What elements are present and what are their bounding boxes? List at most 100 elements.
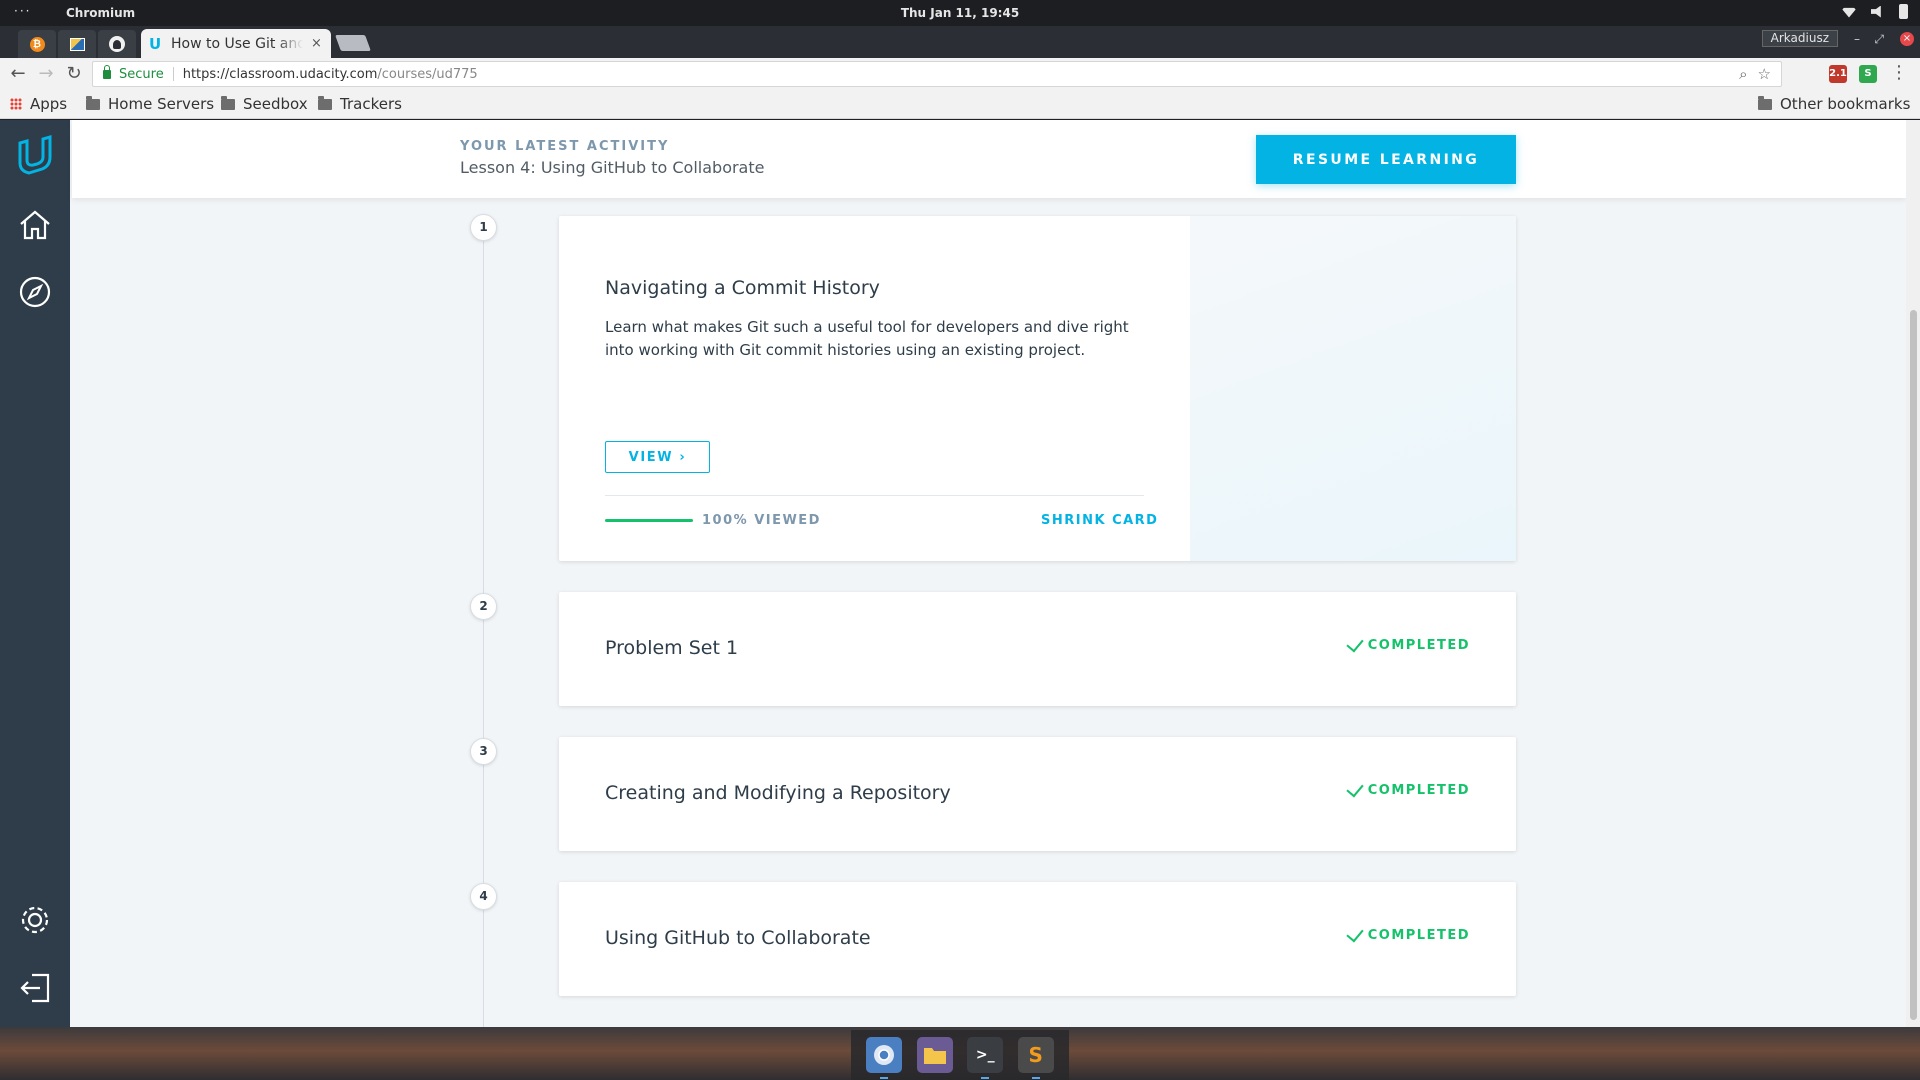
os-top-bar: ··· Chromium Thu Jan 11, 19:45 — [0, 0, 1920, 26]
bookmark-label: Seedbox — [243, 95, 308, 113]
battery-icon[interactable] — [1899, 4, 1908, 19]
bookmark-star-icon[interactable]: ☆ — [1758, 65, 1771, 83]
lesson-number: 3 — [470, 738, 497, 765]
bookmark-other[interactable]: Other bookmarks — [1758, 95, 1910, 113]
folder-icon — [221, 95, 235, 110]
system-tray[interactable] — [1841, 4, 1908, 19]
checkmark-icon — [1346, 779, 1364, 798]
close-window-icon[interactable]: × — [1900, 32, 1914, 46]
pinned-tab-image[interactable] — [58, 30, 96, 58]
folder-icon — [1758, 95, 1772, 110]
running-indicator — [1031, 1077, 1040, 1079]
folder-icon — [86, 95, 100, 110]
pinned-tab-bitcoin[interactable]: ₿ — [18, 30, 56, 58]
chromium-icon — [874, 1045, 895, 1065]
udacity-logo-icon[interactable] — [15, 135, 55, 175]
checkmark-icon — [1346, 634, 1364, 653]
lock-icon — [103, 64, 111, 79]
extension-s-icon[interactable]: S — [1859, 65, 1877, 83]
card-divider — [605, 495, 1144, 496]
latest-activity-label: YOUR LATEST ACTIVITY — [460, 139, 670, 154]
address-bar[interactable]: Secure https://classroom.udacity.com /co… — [92, 61, 1782, 87]
dock-sublime[interactable]: S — [1017, 1037, 1054, 1079]
lesson-card[interactable]: Creating and Modifying a Repository COMP… — [559, 737, 1516, 851]
profile-button[interactable]: Arkadiusz — [1761, 30, 1838, 47]
volume-icon[interactable] — [1871, 5, 1881, 18]
lesson-title: Problem Set 1 — [605, 637, 739, 659]
extension-badge-icon[interactable]: 2.1 — [1829, 65, 1847, 83]
status-badge: COMPLETED — [1346, 634, 1470, 653]
progress-bar-fill — [605, 519, 693, 522]
url-path: /courses/ud775 — [377, 66, 478, 82]
dock-files[interactable] — [916, 1037, 953, 1073]
page-scrollbar[interactable] — [1906, 120, 1920, 1027]
back-icon[interactable]: ← — [8, 63, 28, 84]
scrollbar-thumb[interactable] — [1910, 310, 1917, 1020]
forward-icon[interactable]: → — [36, 63, 56, 84]
bookmark-home-servers[interactable]: Home Servers — [86, 95, 214, 113]
bookmark-label: Apps — [30, 95, 68, 113]
browser-toolbar: ← → ↻ Secure https://classroom.udacity.c… — [0, 58, 1920, 90]
bookmark-apps[interactable]: Apps — [10, 95, 67, 113]
tab-active[interactable]: U How to Use Git and GitHub × — [141, 29, 331, 58]
dock: >_ S — [851, 1030, 1069, 1080]
logout-icon[interactable] — [15, 968, 55, 1008]
status-badge: COMPLETED — [1346, 779, 1470, 798]
lesson-number: 1 — [470, 214, 497, 241]
explore-compass-icon[interactable] — [15, 272, 55, 312]
lesson-card[interactable]: Problem Set 1 COMPLETED — [559, 592, 1516, 706]
status-label: COMPLETED — [1367, 638, 1470, 653]
shrink-card-button[interactable]: SHRINK CARD — [1041, 513, 1158, 528]
lesson-number: 2 — [470, 593, 497, 620]
status-label: COMPLETED — [1367, 928, 1470, 943]
folder-icon — [318, 95, 332, 110]
udacity-favicon-icon: U — [149, 34, 162, 53]
apps-grid-icon — [10, 98, 22, 110]
bookmark-label: Trackers — [340, 95, 402, 113]
status-label: COMPLETED — [1367, 783, 1470, 798]
lesson-card[interactable]: Using GitHub to Collaborate COMPLETED — [559, 882, 1516, 996]
tab-strip: ₿ U How to Use Git and GitHub × Arkadius… — [0, 26, 1920, 58]
status-badge: COMPLETED — [1346, 924, 1470, 943]
latest-activity-lesson[interactable]: Lesson 4: Using GitHub to Collaborate — [460, 158, 764, 177]
folder-icon — [923, 1048, 946, 1064]
maximize-icon[interactable]: ⤢ — [1874, 32, 1884, 47]
zoom-icon[interactable]: ⌕ — [1739, 65, 1747, 83]
chevron-right-icon: › — [679, 449, 687, 465]
resume-learning-button[interactable]: RESUME LEARNING — [1256, 135, 1516, 184]
lesson-title: Using GitHub to Collaborate — [605, 927, 871, 949]
sublime-text-icon: S — [1028, 1043, 1043, 1067]
new-tab-button[interactable] — [335, 35, 371, 51]
bookmark-trackers[interactable]: Trackers — [318, 95, 402, 113]
bookmark-label: Other bookmarks — [1780, 95, 1911, 113]
terminal-icon: >_ — [975, 1047, 995, 1063]
chrome-menu-icon[interactable]: ⋮ — [1890, 62, 1908, 83]
progress-label: 100% VIEWED — [702, 513, 821, 528]
view-lesson-button[interactable]: VIEW › — [605, 441, 710, 473]
system-clock[interactable]: Thu Jan 11, 19:45 — [0, 6, 1920, 20]
tab-title: How to Use Git and GitHub — [171, 35, 303, 52]
omnibox-separator — [172, 67, 174, 81]
dock-terminal[interactable]: >_ — [967, 1037, 1004, 1079]
secure-label: Secure — [119, 66, 164, 82]
reload-icon[interactable]: ↻ — [64, 63, 84, 84]
sidebar — [0, 120, 70, 1027]
minimize-icon[interactable]: – — [1854, 32, 1860, 46]
progress-bar — [605, 519, 693, 522]
latest-activity-bar: YOUR LATEST ACTIVITY Lesson 4: Using Git… — [72, 120, 1906, 198]
close-tab-icon[interactable]: × — [311, 36, 322, 51]
bitcoin-icon: ₿ — [29, 36, 45, 52]
dock-chromium[interactable] — [866, 1037, 903, 1079]
pinned-tab-github[interactable] — [98, 30, 136, 58]
bookmark-label: Home Servers — [108, 95, 215, 113]
view-label: VIEW — [628, 449, 674, 465]
wifi-icon[interactable] — [1841, 7, 1857, 18]
settings-gear-icon[interactable] — [15, 900, 55, 940]
image-icon — [69, 37, 85, 51]
page-content: YOUR LATEST ACTIVITY Lesson 4: Using Git… — [0, 120, 1920, 1027]
home-icon[interactable] — [15, 205, 55, 245]
lesson-description: Learn what makes Git such a useful tool … — [605, 318, 1129, 359]
bookmark-seedbox[interactable]: Seedbox — [221, 95, 308, 113]
lesson-title: Navigating a Commit History — [605, 277, 880, 299]
running-indicator — [880, 1077, 889, 1079]
